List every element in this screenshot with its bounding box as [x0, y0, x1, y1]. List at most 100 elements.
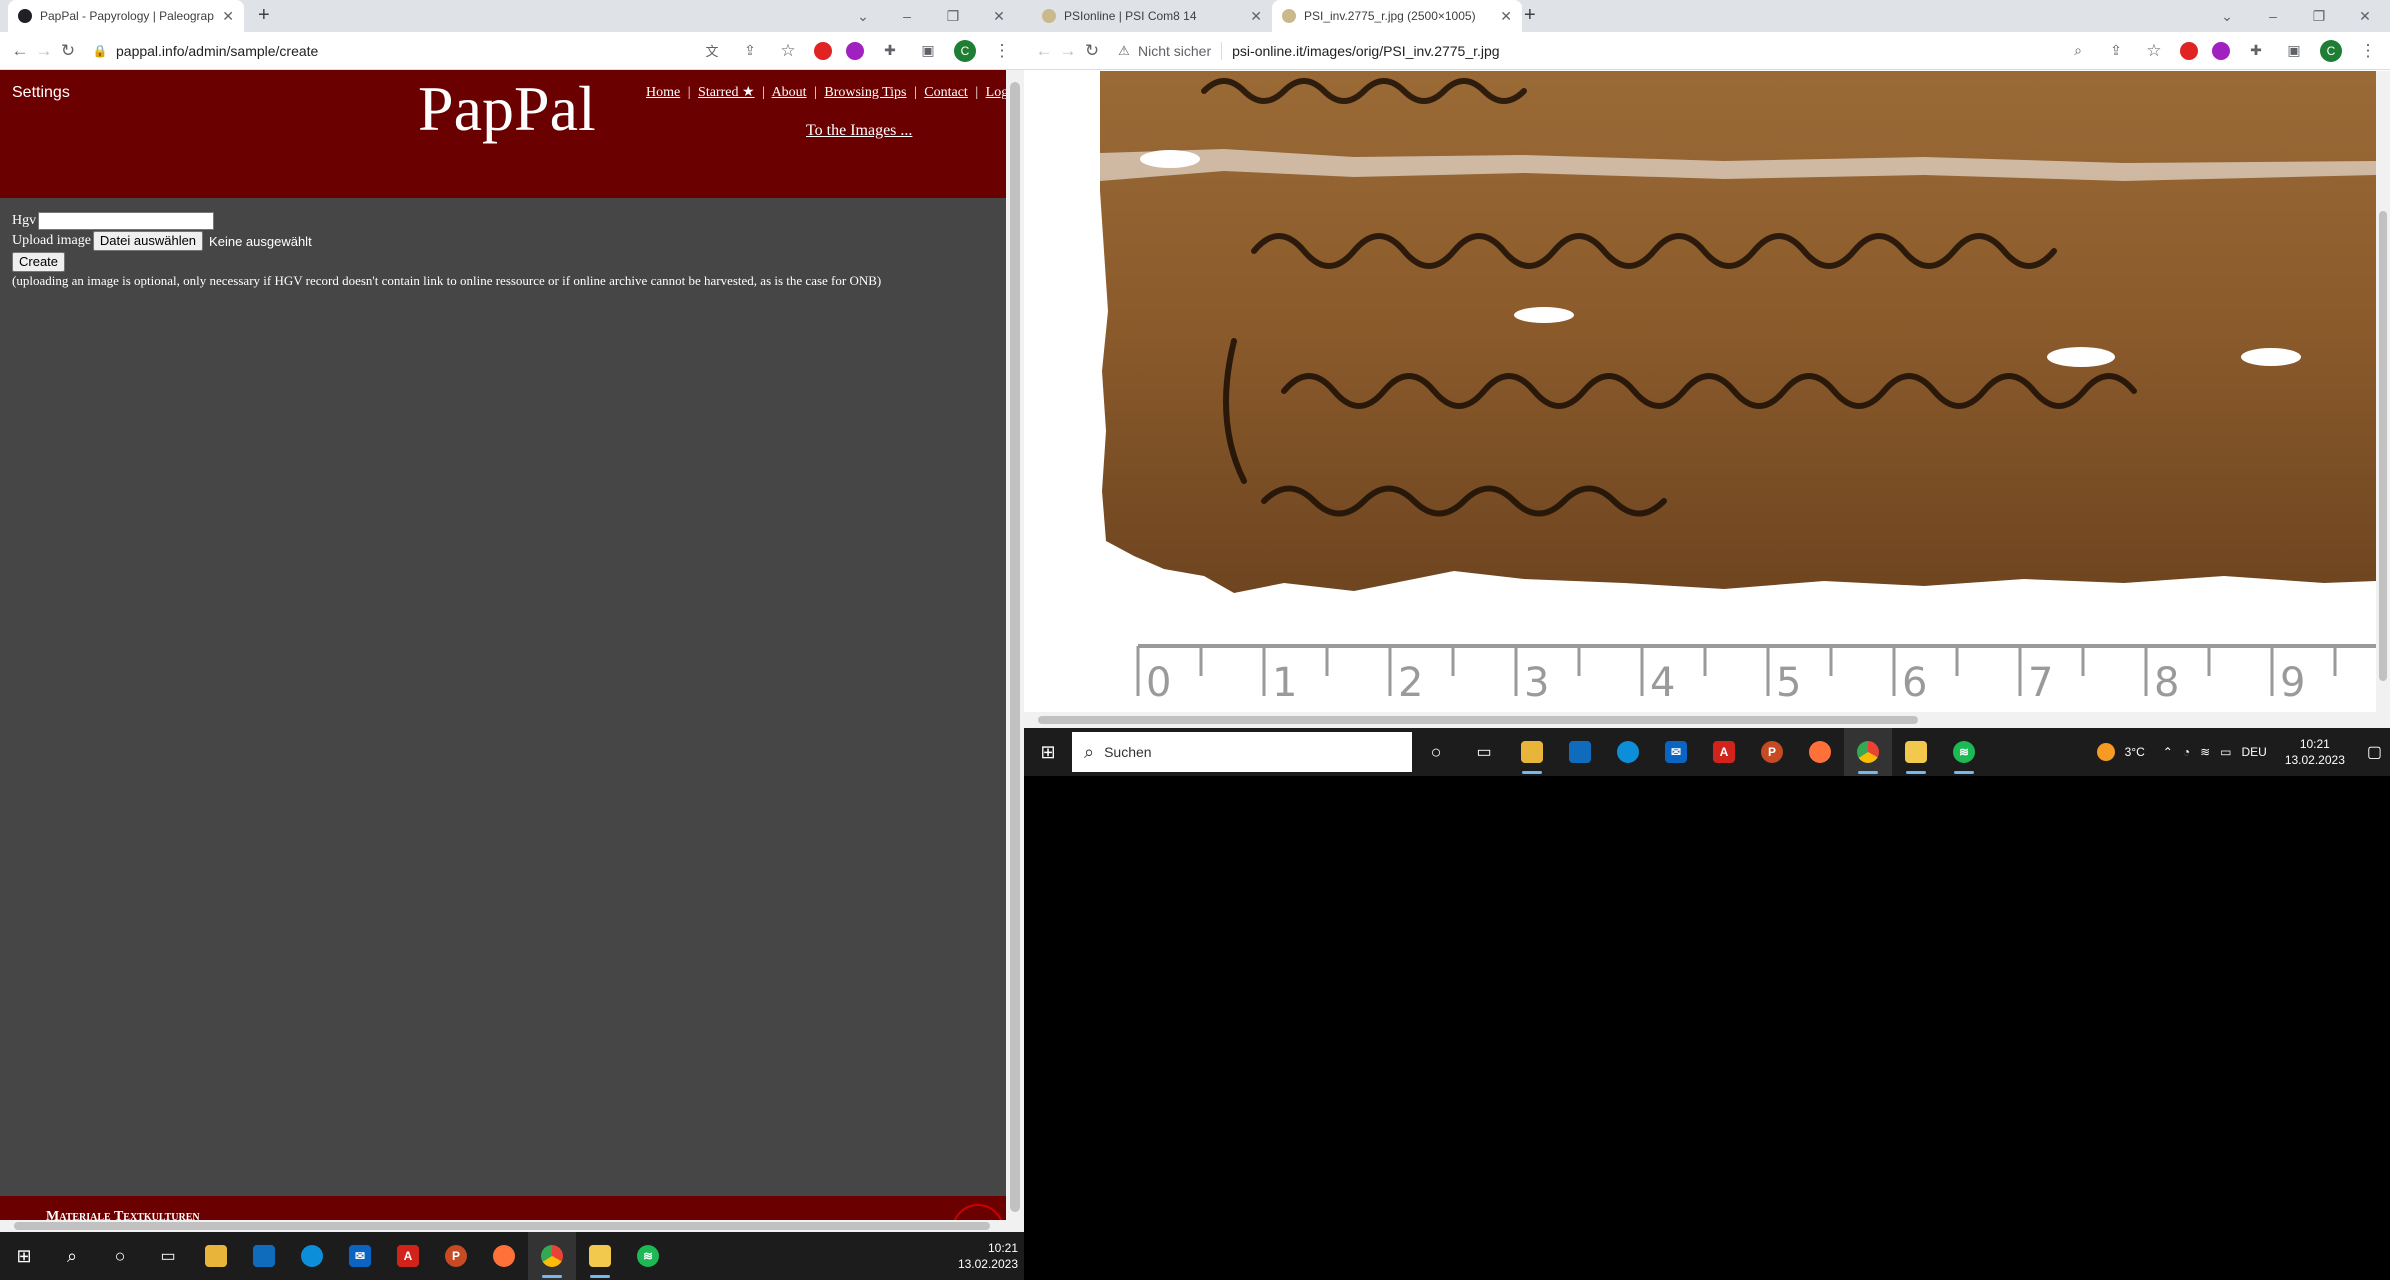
powerpoint-icon[interactable]: P [432, 1232, 480, 1280]
settings-link[interactable]: Settings [12, 84, 70, 102]
horizontal-scrollbar[interactable] [0, 1220, 1006, 1232]
network-icon[interactable]: ◔ [2183, 745, 2190, 759]
forward-icon[interactable]: → [1056, 39, 1080, 63]
nav-home[interactable]: Home [646, 85, 680, 100]
edge-icon[interactable] [288, 1232, 336, 1280]
image-h-scrollbar[interactable] [1024, 712, 2376, 728]
translate-icon[interactable]: 文 [700, 39, 724, 63]
nav-starred[interactable]: Starred ★ [698, 85, 754, 100]
close-tab-icon[interactable]: ✕ [1492, 8, 1512, 25]
papyrus-image[interactable]: 0 1 2 3 4 5 6 7 8 9 [1024, 71, 2376, 712]
powerpoint-icon[interactable]: P [1748, 728, 1796, 776]
acrobat-icon[interactable]: A [384, 1232, 432, 1280]
battery-icon[interactable]: ▭ [2220, 745, 2231, 759]
vertical-scrollbar[interactable] [1006, 70, 1024, 1232]
start-button[interactable]: ⊞ [1024, 728, 1072, 776]
taskbar-search[interactable]: ⌕ Suchen [1072, 732, 1412, 772]
firefox-icon[interactable] [480, 1232, 528, 1280]
puzzle-icon[interactable]: ✚ [878, 39, 902, 63]
share-icon[interactable]: ⇪ [2104, 39, 2128, 63]
firefox-icon[interactable] [1796, 728, 1844, 776]
nav-contact[interactable]: Contact [924, 85, 968, 100]
nav-about[interactable]: About [772, 85, 807, 100]
main-clock[interactable]: 10:21 13.02.2023 [958, 1240, 1024, 1272]
tab-psi-image[interactable]: PSI_inv.2775_r.jpg (2500×1005) ✕ [1272, 0, 1522, 32]
profile-avatar[interactable]: C [2320, 39, 2342, 62]
h-scroll-thumb[interactable] [14, 1222, 990, 1230]
cortana-icon[interactable]: ○ [1412, 728, 1460, 776]
v-scroll-thumb[interactable] [2379, 211, 2387, 681]
share-icon[interactable]: ⇪ [738, 39, 762, 63]
file-viewer-icon[interactable] [576, 1232, 624, 1280]
create-button[interactable]: Create [12, 252, 66, 272]
tab-psionline[interactable]: PSIonline | PSI Com8 14 ✕ [1032, 0, 1272, 32]
file-viewer-icon[interactable] [1892, 728, 1940, 776]
mail-icon[interactable]: ✉ [336, 1232, 384, 1280]
search-icon[interactable]: ⌕ [48, 1232, 96, 1280]
close-window-icon[interactable]: ✕ [976, 0, 1022, 32]
close-tab-icon[interactable]: ✕ [214, 8, 234, 25]
profile-avatar[interactable]: C [954, 39, 976, 62]
h-scroll-thumb[interactable] [1038, 716, 1918, 724]
weather-temp[interactable]: 3°C [2125, 745, 2145, 759]
url-field[interactable]: pappal.info/admin/sample/create [116, 43, 318, 59]
minimize-icon[interactable]: – [2250, 0, 2296, 32]
right-clock[interactable]: 10:21 13.02.2023 [2285, 736, 2345, 768]
store-icon[interactable] [1556, 728, 1604, 776]
new-tab-button[interactable]: + [258, 4, 270, 27]
spotify-icon[interactable]: ≋ [1940, 728, 1988, 776]
bookmark-star-icon[interactable]: ☆ [2142, 39, 2166, 63]
extension-red-icon[interactable] [814, 41, 832, 60]
extension-red-icon[interactable] [2180, 41, 2198, 60]
edge-icon[interactable] [1604, 728, 1652, 776]
reload-icon[interactable]: ↻ [1080, 39, 1104, 63]
mail-icon[interactable]: ✉ [1652, 728, 1700, 776]
extension-purple-icon[interactable] [846, 41, 864, 60]
language-indicator[interactable]: DEU [2241, 745, 2266, 759]
restore-icon[interactable]: ❐ [930, 0, 976, 32]
menu-icon[interactable]: ⋮ [990, 39, 1014, 63]
file-choose-button[interactable]: Datei auswählen [92, 231, 204, 251]
left-tab-pappal[interactable]: PapPal - Papyrology | Paleograph ✕ [8, 0, 244, 32]
bookmark-star-icon[interactable]: ☆ [776, 39, 800, 63]
forward-icon[interactable]: → [32, 39, 56, 63]
close-tab-icon[interactable]: ✕ [1242, 8, 1262, 25]
spotify-icon[interactable]: ≋ [624, 1232, 672, 1280]
task-view-icon[interactable]: ▭ [144, 1232, 192, 1280]
puzzle-icon[interactable]: ✚ [2244, 39, 2268, 63]
task-view-icon[interactable]: ▭ [1460, 728, 1508, 776]
acrobat-icon[interactable]: A [1700, 728, 1748, 776]
image-v-scrollbar[interactable] [2376, 71, 2390, 728]
pappal-logo[interactable]: PapPal [418, 72, 596, 146]
notification-icon[interactable]: ▢ [2367, 742, 2382, 762]
new-tab-button[interactable]: + [1524, 4, 1536, 27]
security-label[interactable]: Nicht sicher [1138, 43, 1211, 59]
back-icon[interactable]: ← [1032, 39, 1056, 63]
tray-chevron-icon[interactable]: ⌃ [2163, 745, 2173, 759]
restore-icon[interactable]: ❐ [2296, 0, 2342, 32]
menu-icon[interactable]: ⋮ [2356, 39, 2380, 63]
chrome-icon[interactable] [528, 1232, 576, 1280]
start-button[interactable]: ⊞ [0, 1232, 48, 1280]
chrome-icon[interactable] [1844, 728, 1892, 776]
hgv-input[interactable] [38, 212, 215, 230]
nav-browsing-tips[interactable]: Browsing Tips [824, 85, 906, 100]
wifi-icon[interactable]: ≋ [2200, 745, 2210, 759]
v-scroll-thumb[interactable] [1010, 82, 1020, 1212]
cortana-icon[interactable]: ○ [96, 1232, 144, 1280]
minimize-icon[interactable]: – [884, 0, 930, 32]
extension-purple-icon[interactable] [2212, 41, 2230, 60]
sidepanel-icon[interactable]: ▣ [916, 39, 940, 63]
file-explorer-icon[interactable] [192, 1232, 240, 1280]
file-explorer-icon[interactable] [1508, 728, 1556, 776]
back-icon[interactable]: ← [8, 39, 32, 63]
sidepanel-icon[interactable]: ▣ [2282, 39, 2306, 63]
tab-search-icon[interactable]: ⌄ [840, 0, 886, 32]
reload-icon[interactable]: ↻ [56, 39, 80, 63]
tab-search-icon[interactable]: ⌄ [2204, 0, 2250, 32]
url-field[interactable]: psi-online.it/images/orig/PSI_inv.2775_r… [1232, 43, 1499, 59]
close-window-icon[interactable]: ✕ [2342, 0, 2388, 32]
zoom-icon[interactable]: ⌕ [2066, 39, 2090, 63]
store-icon[interactable] [240, 1232, 288, 1280]
to-images-link[interactable]: To the Images ... [806, 122, 912, 139]
